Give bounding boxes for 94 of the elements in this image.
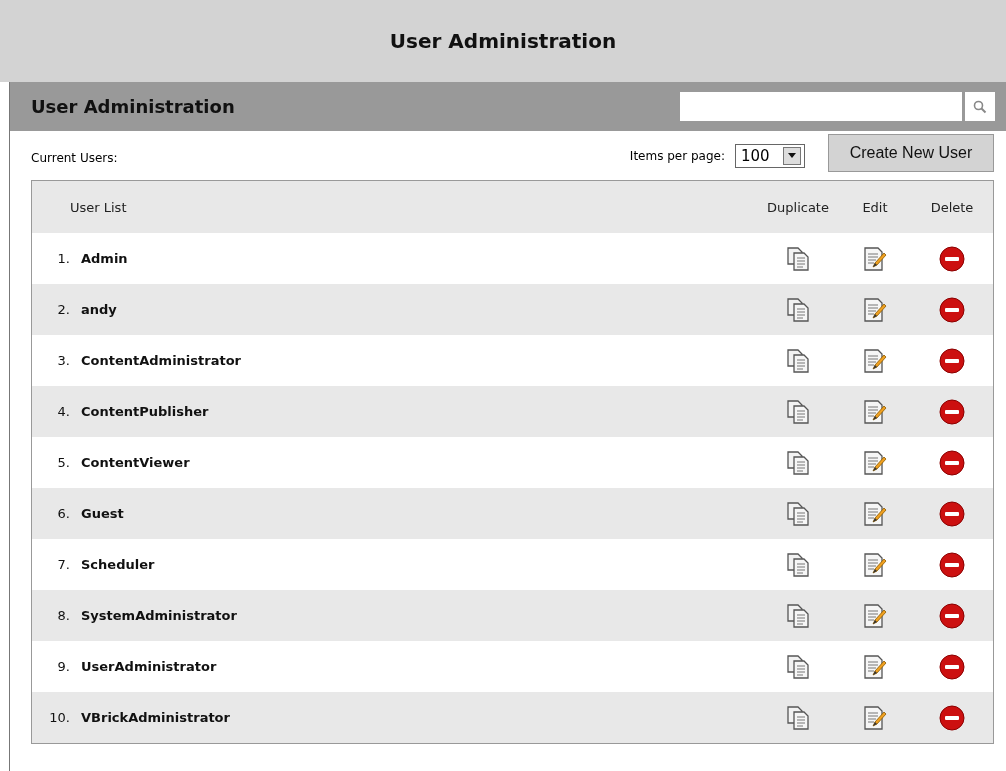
user-name: Scheduler [81,557,155,572]
duplicate-button[interactable] [786,449,810,476]
user-name: Guest [81,506,124,521]
user-name: VBrickAdministrator [81,710,230,725]
column-header: Duplicate [766,199,830,215]
duplicate-button[interactable] [786,245,810,272]
pencil-document-icon [862,500,888,527]
row-number: 5. [56,455,71,470]
column-header: Edit [861,199,889,215]
pencil-document-icon [862,449,888,476]
pencil-document-icon [862,296,888,323]
pencil-document-icon [862,551,888,578]
delete-button[interactable] [939,500,965,527]
row-number: 8. [56,608,71,623]
user-name: ContentViewer [81,455,190,470]
edit-button[interactable] [862,245,888,272]
duplicate-button[interactable] [786,500,810,527]
pencil-document-icon [862,245,888,272]
search-icon [973,99,987,114]
delete-button[interactable] [939,653,965,680]
documents-icon [786,449,810,476]
pencil-document-icon [862,398,888,425]
delete-icon [939,449,965,476]
user-name: SystemAdministrator [81,608,237,623]
pencil-document-icon [862,602,888,629]
row-number: 7. [56,557,71,572]
row-number: 10. [48,710,71,725]
edit-button[interactable] [862,704,888,731]
row-number: 9. [56,659,71,674]
edit-button[interactable] [862,551,888,578]
duplicate-button[interactable] [786,704,810,731]
edit-button[interactable] [862,653,888,680]
duplicate-button[interactable] [786,296,810,323]
duplicate-button[interactable] [786,551,810,578]
documents-icon [786,551,810,578]
delete-button[interactable] [939,551,965,578]
user-name: ContentPublisher [81,404,209,419]
documents-icon [786,602,810,629]
documents-icon [786,245,810,272]
create-new-user-button[interactable]: Create New User [828,133,994,172]
delete-icon [939,347,965,374]
delete-icon [939,245,965,272]
delete-icon [939,296,965,323]
edit-button[interactable] [862,347,888,374]
duplicate-button[interactable] [786,602,810,629]
user-name: andy [81,302,117,317]
edit-button[interactable] [862,602,888,629]
row-number: 6. [56,506,71,521]
delete-button[interactable] [939,449,965,476]
row-number: 3. [56,353,71,368]
delete-icon [939,500,965,527]
row-number: 4. [56,404,71,419]
row-number: 1. [56,251,71,266]
user-name: ContentAdministrator [81,353,241,368]
documents-icon [786,296,810,323]
column-header: Delete [929,199,975,215]
user-name: Admin [81,251,128,266]
edit-button[interactable] [862,449,888,476]
delete-icon [939,398,965,425]
pencil-document-icon [862,347,888,374]
pencil-document-icon [862,704,888,731]
search-field[interactable] [680,92,962,121]
delete-button[interactable] [939,602,965,629]
pencil-document-icon [862,653,888,680]
delete-button[interactable] [939,245,965,272]
edit-button[interactable] [862,296,888,323]
delete-button[interactable] [939,398,965,425]
edit-button[interactable] [862,500,888,527]
search-button[interactable] [965,92,995,121]
duplicate-button[interactable] [786,653,810,680]
documents-icon [786,500,810,527]
delete-button[interactable] [939,704,965,731]
duplicate-button[interactable] [786,398,810,425]
dropdown-arrow-icon [788,153,796,158]
edit-button[interactable] [862,398,888,425]
user-name: UserAdministrator [81,659,217,674]
row-number: 2. [56,302,71,317]
documents-icon [786,704,810,731]
items-per-page-label: Items per page: [629,148,725,163]
page-title: User Administration [389,29,617,53]
delete-button[interactable] [939,296,965,323]
documents-icon [786,398,810,425]
documents-icon [786,347,810,374]
section-title: User Administration [31,96,236,117]
delete-icon [939,704,965,731]
duplicate-button[interactable] [786,347,810,374]
delete-icon [939,653,965,680]
delete-button[interactable] [939,347,965,374]
items-per-page-dropdown[interactable]: 100 [735,143,805,168]
delete-icon [939,602,965,629]
delete-icon [939,551,965,578]
column-header: User List [69,199,128,215]
documents-icon [786,653,810,680]
current-users-label: Current Users: [31,150,119,165]
